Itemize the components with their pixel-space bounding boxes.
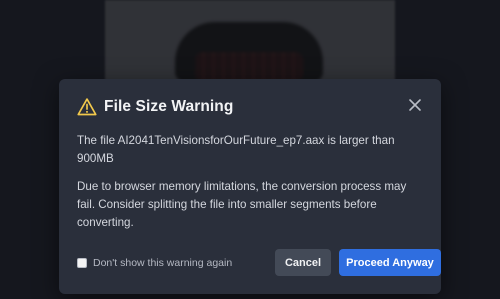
dialog-header: File Size Warning [77, 95, 423, 119]
dialog-title: File Size Warning [104, 98, 234, 115]
memory-limitation-message: Due to browser memory limitations, the c… [77, 180, 407, 229]
warning-triangle-icon [77, 98, 97, 116]
proceed-anyway-button[interactable]: Proceed Anyway [339, 249, 441, 276]
file-size-warning-dialog: File Size Warning The file AI2041TenVisi… [59, 79, 441, 294]
cancel-button[interactable]: Cancel [275, 249, 331, 276]
dialog-footer: Don't show this warning again Cancel Pro… [77, 249, 441, 277]
dont-show-again-checkbox[interactable] [77, 258, 87, 268]
close-icon[interactable] [407, 97, 423, 113]
file-size-message: The file AI2041TenVisionsforOurFuture_ep… [77, 134, 395, 165]
dont-show-again-option[interactable]: Don't show this warning again [77, 257, 232, 269]
dont-show-again-label: Don't show this warning again [93, 257, 233, 269]
